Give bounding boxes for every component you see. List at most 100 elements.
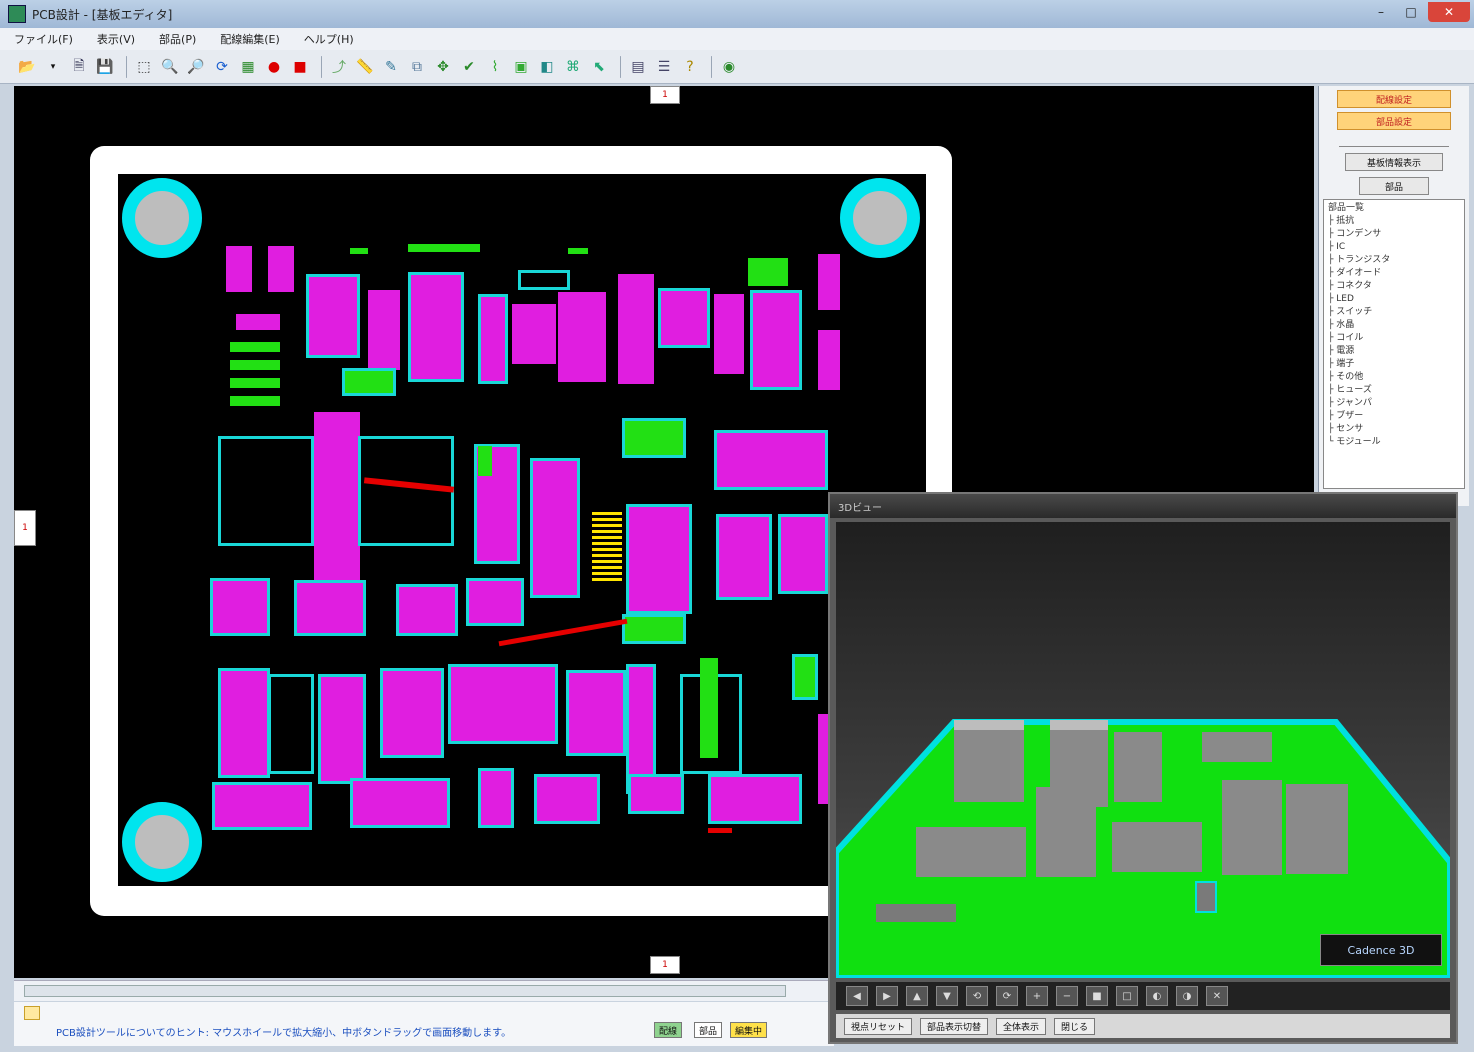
pcb-component[interactable] <box>622 418 686 458</box>
pcb-component[interactable] <box>714 294 744 374</box>
menu-help[interactable]: ヘルプ(H) <box>304 31 354 47</box>
pcb-component[interactable] <box>342 368 396 396</box>
part-icon[interactable]: ▣ <box>510 56 532 78</box>
pcb-board-area[interactable] <box>118 174 926 886</box>
save-icon[interactable]: 💾 <box>94 56 116 78</box>
zoom-in-icon[interactable]: 🔍 <box>159 56 181 78</box>
pcb-component[interactable] <box>714 430 828 490</box>
properties-icon[interactable]: ☰ <box>653 56 675 78</box>
pcb-component[interactable] <box>380 668 444 758</box>
red-record-icon[interactable]: ● <box>263 56 285 78</box>
pcb-component[interactable] <box>396 584 458 636</box>
zoom-out-icon[interactable]: − <box>1056 986 1078 1006</box>
tree-item[interactable]: ├ コイル <box>1328 332 1460 345</box>
menu-parts[interactable]: 部品(P) <box>159 31 196 47</box>
toggle-parts-button[interactable]: 部品表示切替 <box>920 1017 989 1035</box>
pcb-component[interactable] <box>226 246 252 292</box>
pcb-component[interactable] <box>818 254 840 310</box>
pcb-component[interactable] <box>268 674 314 774</box>
left-arrow-icon[interactable]: ◀ <box>846 986 868 1006</box>
pcb-component[interactable] <box>318 674 366 784</box>
edit-icon[interactable]: ✎ <box>380 56 402 78</box>
tree-item[interactable]: ├ 端子 <box>1328 358 1460 371</box>
part-settings-button[interactable]: 部品設定 <box>1337 112 1451 130</box>
save-as-icon[interactable]: 🗎 <box>68 56 90 78</box>
down-arrow-icon[interactable]: ▼ <box>936 986 958 1006</box>
top-ruler-marker[interactable]: 1 <box>650 86 680 104</box>
close-button[interactable]: ✕ <box>1428 2 1470 22</box>
right-arrow-icon[interactable]: ▶ <box>876 986 898 1006</box>
refresh-icon[interactable]: ⟳ <box>211 56 233 78</box>
globe-icon[interactable]: ◉ <box>718 56 740 78</box>
pcb-component[interactable] <box>750 290 802 390</box>
pcb-component[interactable] <box>566 670 626 756</box>
horizontal-scrollbar[interactable] <box>14 980 834 1001</box>
rotate-right-icon[interactable]: ⟳ <box>996 986 1018 1006</box>
top-view-icon[interactable]: ◐ <box>1146 986 1168 1006</box>
open-icon[interactable]: 📂 <box>16 56 38 78</box>
pcb-component[interactable] <box>792 654 818 700</box>
table-icon[interactable]: ▤ <box>627 56 649 78</box>
pcb-component[interactable] <box>628 774 684 814</box>
pcb-component[interactable] <box>218 436 314 546</box>
close-3d-button[interactable]: 閉じる <box>1054 1017 1096 1035</box>
pcb-component[interactable] <box>700 658 718 758</box>
tree-item[interactable]: 部品一覧 <box>1328 202 1460 215</box>
tree-item[interactable]: ├ トランジスタ <box>1328 254 1460 267</box>
zoom-out-icon[interactable]: 🔎 <box>185 56 207 78</box>
pcb-component[interactable] <box>268 246 294 292</box>
close-icon[interactable]: ✕ <box>1206 986 1228 1006</box>
bottom-view-icon[interactable]: ◑ <box>1176 986 1198 1006</box>
layer-icon[interactable]: ◧ <box>536 56 558 78</box>
tree-item[interactable]: ├ コネクタ <box>1328 280 1460 293</box>
move-icon[interactable]: ✥ <box>432 56 454 78</box>
pcb-component[interactable] <box>478 294 508 384</box>
tree-item[interactable]: ├ LED <box>1328 293 1460 306</box>
rotate-left-icon[interactable]: ⟲ <box>966 986 988 1006</box>
pcb-component[interactable] <box>558 292 606 382</box>
pcb-component[interactable] <box>626 504 692 614</box>
board-info-button[interactable]: 基板情報表示 <box>1345 153 1443 171</box>
pcb-component[interactable] <box>748 258 788 286</box>
copy-icon[interactable]: ⧉ <box>406 56 428 78</box>
wire-view-icon[interactable]: □ <box>1116 986 1138 1006</box>
maximize-button[interactable]: □ <box>1396 2 1426 22</box>
pcb-component[interactable] <box>294 580 366 636</box>
pcb-component[interactable] <box>350 778 450 828</box>
pcb-component[interactable] <box>818 330 840 390</box>
pcb-component[interactable] <box>512 304 556 364</box>
tree-item[interactable]: └ モジュール <box>1328 436 1460 449</box>
net-icon[interactable]: ⌘ <box>562 56 584 78</box>
wire-icon[interactable]: ⌇ <box>484 56 506 78</box>
tree-item[interactable]: ├ センサ <box>1328 423 1460 436</box>
scroll-thumb[interactable] <box>24 985 786 997</box>
tree-item[interactable]: ├ ダイオード <box>1328 267 1460 280</box>
tree-item[interactable]: ├ コンデンサ <box>1328 228 1460 241</box>
pcb-component[interactable] <box>716 514 772 600</box>
pcb-component[interactable] <box>622 614 686 644</box>
pcb-component[interactable] <box>658 288 710 348</box>
pcb-component[interactable] <box>408 272 464 382</box>
parts-tab[interactable]: 部品 <box>1359 177 1429 195</box>
pcb-component[interactable] <box>314 412 360 580</box>
pcb-component[interactable] <box>534 774 600 824</box>
tree-item[interactable]: ├ ジャンパ <box>1328 397 1460 410</box>
pcb-component[interactable] <box>218 668 270 778</box>
tree-item[interactable]: ├ ブザー <box>1328 410 1460 423</box>
reset-view-button[interactable]: 視点リセット <box>844 1017 913 1035</box>
help-icon[interactable]: ? <box>679 56 701 78</box>
fit-view-button[interactable]: 全体表示 <box>996 1017 1047 1035</box>
wiring-settings-button[interactable]: 配線設定 <box>1337 90 1451 108</box>
pcb-component[interactable] <box>518 270 570 290</box>
tree-item[interactable]: ├ 水晶 <box>1328 319 1460 332</box>
3d-view-title[interactable]: 3Dビュー <box>830 494 1456 518</box>
grid-icon[interactable]: ▦ <box>237 56 259 78</box>
pcb-component[interactable] <box>618 274 654 384</box>
check-icon[interactable]: ✔ <box>458 56 480 78</box>
up-arrow-icon[interactable]: ▲ <box>906 986 928 1006</box>
pcb-component[interactable] <box>236 314 280 330</box>
tree-item[interactable]: ├ スイッチ <box>1328 306 1460 319</box>
slider[interactable] <box>1339 136 1449 147</box>
left-ruler-marker[interactable]: 1 <box>14 510 36 546</box>
pcb-component[interactable] <box>708 774 802 824</box>
